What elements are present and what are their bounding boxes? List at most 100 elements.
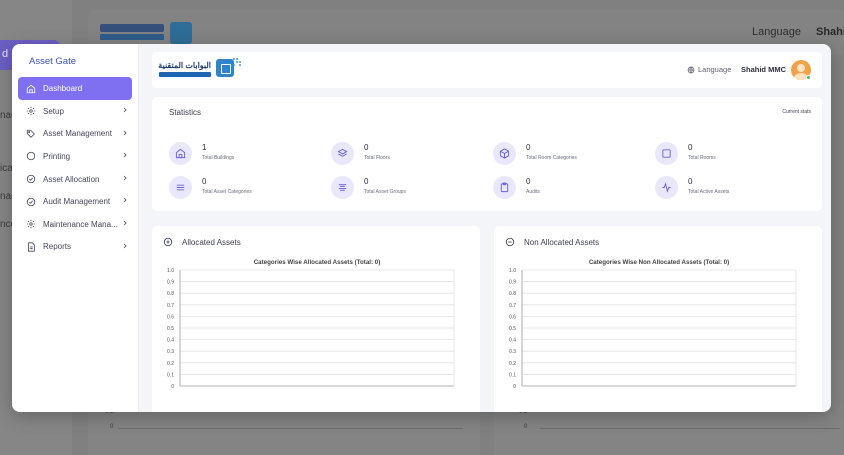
y-tick-label: 0.1 (509, 372, 516, 378)
stat-label: Total Floors (364, 155, 390, 161)
stat-total-buildings: 1 Total Buildings (169, 142, 319, 166)
y-tick-label: 0.9 (167, 280, 174, 286)
stat-value: 0 (364, 143, 369, 152)
stat-label: Audits (526, 189, 540, 195)
square-icon (655, 142, 678, 165)
y-tick-label: 0.3 (167, 349, 174, 355)
activity-icon (655, 176, 678, 199)
background-axis-label: 0 (524, 424, 528, 430)
language-label: Language (698, 65, 732, 74)
sidebar: Asset Gate Dashboard Setup Asset Managem… (12, 44, 139, 412)
chart-title: Categories Wise Allocated Assets (Total:… (254, 259, 381, 266)
sidebar-item-audit-management[interactable]: Audit Management (18, 190, 132, 213)
app-window: Asset Gate Dashboard Setup Asset Managem… (12, 44, 831, 412)
chevron-right-icon (123, 130, 127, 135)
y-tick-label: 0.5 (509, 326, 516, 332)
user-name[interactable]: Shahid MMC (741, 65, 786, 74)
allocated-assets-title: Allocated Assets (182, 237, 241, 247)
gear-icon (26, 219, 36, 229)
sidebar-item-label: Reports (43, 242, 72, 252)
stat-total-active-assets: 0 Total Active Assets (655, 176, 805, 200)
statistics-title: Statistics (169, 108, 202, 117)
y-tick-label: 0.2 (509, 361, 516, 367)
sidebar-title: Asset Gate (29, 56, 76, 67)
stat-value: 0 (688, 143, 693, 152)
plus-circle-icon (163, 237, 173, 247)
statistics-card: Statistics Current stats 1 Total Buildin… (152, 97, 822, 211)
online-status-dot (806, 75, 811, 80)
tag-icon (26, 129, 36, 139)
y-tick-label: 0.2 (167, 361, 174, 367)
clipboard-icon (493, 176, 516, 199)
sidebar-nav: Dashboard Setup Asset Management Printin… (18, 77, 132, 258)
sidebar-item-label: Asset Management (43, 129, 112, 139)
chart-title: Categories Wise Non Allocated Assets (To… (589, 259, 729, 266)
check-circle-icon (26, 174, 36, 184)
check-circle-icon (26, 197, 36, 207)
sidebar-item-label: Setup (43, 106, 64, 116)
layers-icon (331, 142, 354, 165)
sidebar-item-setup[interactable]: Setup (18, 100, 132, 123)
sidebar-item-asset-management[interactable]: Asset Management (18, 123, 132, 146)
non-allocated-assets-card: Non Allocated Assets Categories Wise Non… (494, 226, 822, 412)
globe-icon (687, 66, 695, 73)
logo-text: البوابات المتقنية (158, 61, 211, 70)
stat-label: Total Active Assets (688, 189, 730, 195)
sidebar-item-label: Printing (43, 151, 71, 161)
y-tick-label: 1.0 (509, 268, 516, 274)
background-active-label: d (2, 48, 9, 60)
background-sidebar-text: ica (0, 163, 13, 174)
sidebar-item-printing[interactable]: Printing (18, 145, 132, 168)
logo-dots (233, 58, 241, 68)
minus-circle-icon (505, 237, 515, 247)
stat-total-room-categories: 0 Total Room Categories (493, 142, 643, 166)
stat-total-asset-categories: 0 Total Asset Categories (169, 176, 319, 200)
sidebar-item-dashboard[interactable]: Dashboard (18, 77, 132, 100)
language-selector[interactable]: Language (687, 65, 731, 74)
non-allocated-assets-title: Non Allocated Assets (524, 237, 600, 247)
chevron-right-icon (123, 220, 127, 226)
sidebar-item-maintenance-management[interactable]: Maintenance Mana... (18, 213, 132, 236)
document-icon (26, 242, 36, 252)
stat-value: 0 (202, 177, 207, 186)
stat-label: Total Asset Categories (202, 189, 252, 195)
stat-label: Total Rooms (688, 155, 716, 161)
chevron-right-icon (123, 198, 127, 203)
stat-value: 0 (364, 177, 369, 186)
stat-total-floors: 0 Total Floors (331, 142, 481, 166)
brand-logo[interactable]: البوابات المتقنية (158, 58, 243, 82)
stat-label: Total Room Categories (526, 155, 577, 161)
sidebar-item-label: Dashboard (43, 84, 83, 93)
stat-label: Total Buildings (202, 155, 235, 161)
sidebar-item-label: Asset Allocation (43, 174, 100, 184)
sidebar-item-label: Audit Management (43, 197, 111, 207)
y-tick-label: 0.5 (167, 326, 174, 332)
y-tick-label: 0 (513, 384, 516, 390)
background-user: Shahid (816, 26, 844, 38)
y-tick-label: 0.9 (509, 280, 516, 286)
box-icon (493, 142, 516, 165)
align-center-icon (331, 176, 354, 199)
background-logo (100, 20, 200, 46)
sidebar-item-asset-allocation[interactable]: Asset Allocation (18, 168, 132, 191)
background-axis-line (540, 428, 840, 429)
list-icon (169, 176, 192, 199)
y-tick-label: 1.0 (167, 268, 174, 274)
chevron-right-icon (123, 107, 127, 113)
y-tick-label: 0.6 (167, 314, 174, 320)
chevron-right-icon (123, 152, 127, 158)
stat-value: 0 (688, 177, 693, 186)
building-icon (169, 142, 192, 165)
stat-audits: 0 Audits (493, 176, 643, 200)
gear-icon (26, 106, 36, 116)
stat-value: 0 (526, 143, 531, 152)
stat-label: Total Asset Groups (364, 189, 406, 195)
top-bar: البوابات المتقنية Language Shahid MMC (152, 52, 822, 88)
y-tick-label: 0.7 (509, 303, 516, 309)
allocated-assets-header: Allocated Assets (163, 237, 241, 247)
sidebar-item-label: Maintenance Mana... (43, 219, 118, 229)
sidebar-item-reports[interactable]: Reports (18, 236, 132, 259)
background-language: Language (752, 26, 801, 38)
stat-total-asset-groups: 0 Total Asset Groups (331, 176, 481, 200)
y-tick-label: 0.1 (167, 372, 174, 378)
